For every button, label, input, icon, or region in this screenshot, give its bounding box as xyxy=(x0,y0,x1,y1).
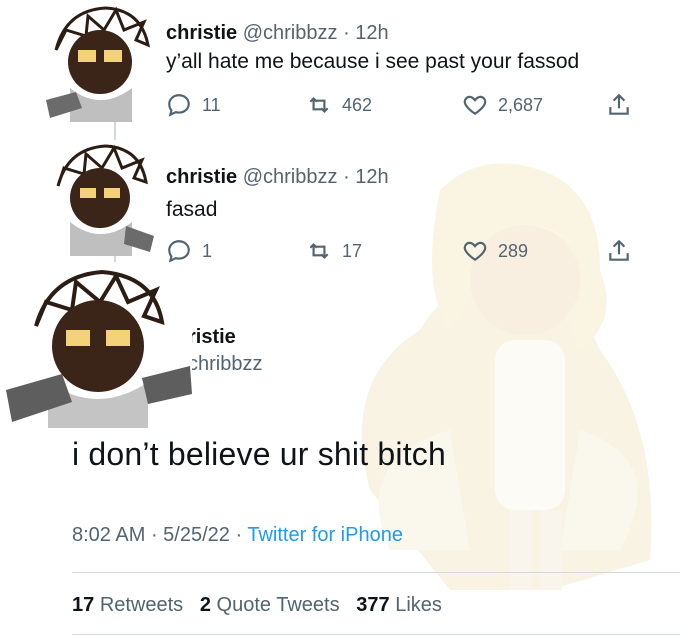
like-icon xyxy=(463,241,487,261)
avatar[interactable] xyxy=(36,0,160,122)
separator-dot: · xyxy=(235,524,248,546)
avatar-image xyxy=(36,0,160,122)
share-button[interactable] xyxy=(606,238,632,264)
share-icon xyxy=(609,239,629,261)
quote-tweets-stat[interactable]: 2 Quote Tweets xyxy=(200,594,340,616)
tweet-meta: 8:02 AM · 5/25/22 · Twitter for iPhone xyxy=(72,524,403,547)
like-count: 289 xyxy=(498,240,529,261)
share-button[interactable] xyxy=(606,92,632,118)
divider xyxy=(72,634,680,635)
reply-button[interactable]: 1 xyxy=(166,238,212,264)
user-handle[interactable]: @chribbzz xyxy=(243,22,338,44)
like-icon xyxy=(463,95,487,115)
tweet-date[interactable]: 5/25/22 xyxy=(163,524,230,546)
separator-dot: · xyxy=(343,22,350,44)
likes-stat[interactable]: 377 Likes xyxy=(356,594,442,616)
reply-icon xyxy=(168,240,190,263)
tweet-text: fasad xyxy=(166,198,218,221)
tweet-header: christie @chribbzz · 12h xyxy=(166,22,389,45)
avatar[interactable] xyxy=(36,140,160,256)
tweet-source-link[interactable]: Twitter for iPhone xyxy=(247,524,403,546)
display-name[interactable]: christie xyxy=(166,166,237,188)
separator-dot: · xyxy=(150,524,164,546)
tweet-actions: 11 462 2,687 xyxy=(166,92,646,122)
like-button[interactable]: 289 xyxy=(462,238,528,264)
tweet-time[interactable]: 8:02 AM xyxy=(72,524,145,546)
retweet-icon xyxy=(309,242,329,260)
user-handle[interactable]: chribbzz xyxy=(188,353,262,376)
retweet-count: 17 xyxy=(342,240,363,261)
avatar-image xyxy=(36,140,160,256)
reply-button[interactable]: 11 xyxy=(166,92,221,118)
divider xyxy=(72,572,680,573)
main-tweet-header: ristie chribbzz xyxy=(188,326,262,376)
retweet-button[interactable]: 17 xyxy=(306,238,362,264)
engagement-stats: 17 Retweets 2 Quote Tweets 377 Likes xyxy=(72,594,442,617)
tweet-header: christie @chribbzz · 12h xyxy=(166,166,389,189)
reply-icon xyxy=(168,94,190,117)
retweet-icon xyxy=(309,96,329,114)
share-icon xyxy=(609,93,629,115)
likes-count: 377 xyxy=(356,594,390,616)
retweet-button[interactable]: 462 xyxy=(306,92,372,118)
avatar[interactable] xyxy=(2,262,192,428)
retweet-count: 462 xyxy=(342,94,373,115)
main-tweet-text: i don’t believe ur shit bitch xyxy=(72,436,447,472)
retweets-count: 17 xyxy=(72,594,95,616)
user-handle[interactable]: @chribbzz xyxy=(243,166,338,188)
like-button[interactable]: 2,687 xyxy=(462,92,543,118)
tweet-text: y’all hate me because i see past your fa… xyxy=(166,50,580,73)
tweet-time[interactable]: 12h xyxy=(355,166,388,188)
retweets-stat[interactable]: 17 Retweets xyxy=(72,594,183,616)
tweet-time[interactable]: 12h xyxy=(355,22,388,44)
avatar-image xyxy=(2,262,192,428)
quote-tweets-count: 2 xyxy=(199,594,211,616)
quote-tweets-label: Quote Tweets xyxy=(216,594,340,616)
display-name[interactable]: christie xyxy=(166,22,237,44)
likes-label: Likes xyxy=(395,594,442,616)
separator-dot: · xyxy=(343,166,350,188)
like-count: 2,687 xyxy=(498,94,544,115)
reply-count: 1 xyxy=(202,240,213,261)
retweets-label: Retweets xyxy=(99,594,184,616)
display-name[interactable]: ristie xyxy=(188,326,262,349)
tweet-actions: 1 17 289 xyxy=(166,238,646,268)
reply-count: 11 xyxy=(202,94,221,115)
